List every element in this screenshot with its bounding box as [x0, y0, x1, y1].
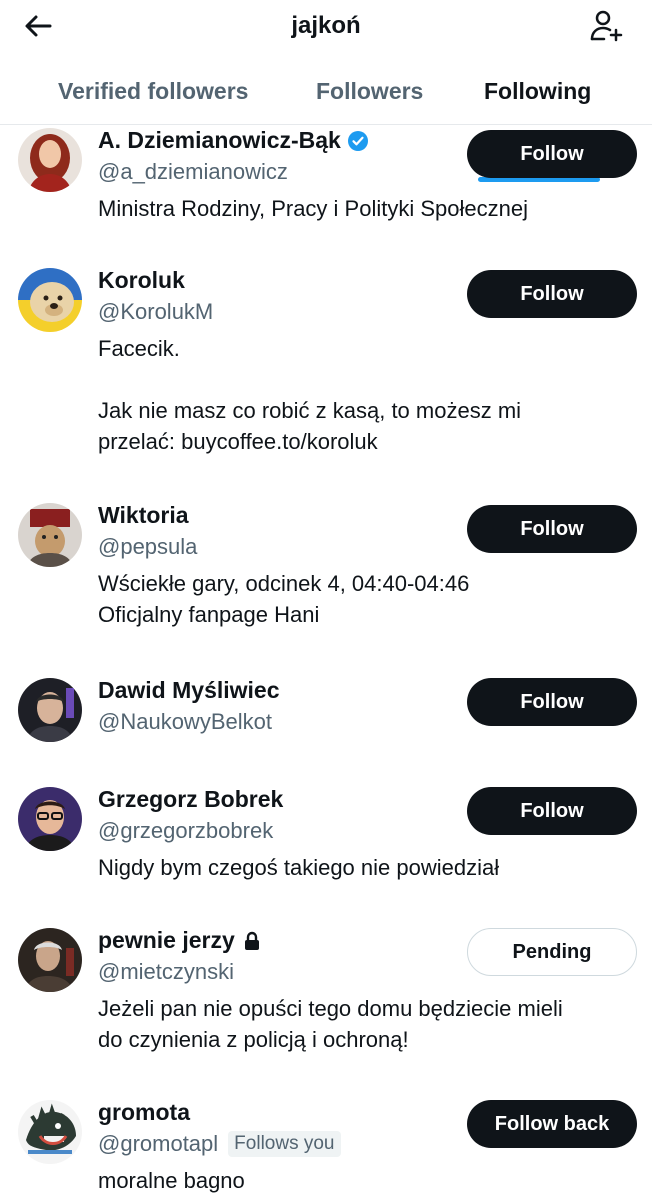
user-name-text: A. Dziemianowicz-Bąk: [98, 127, 341, 153]
handle-text: @NaukowyBelkot: [98, 709, 272, 734]
avatar[interactable]: [18, 928, 82, 992]
follow-button[interactable]: Follow: [467, 505, 637, 553]
top-bar: jajkoń: [0, 0, 652, 58]
avatar[interactable]: [18, 678, 82, 742]
following-list: A. Dziemianowicz-Bąk @a_dziemianowicz Mi…: [0, 125, 652, 1200]
user-bio: Nigdy bym czegoś takiego nie powiedział: [98, 855, 500, 880]
user-name[interactable]: pewnie jerzy: [98, 927, 263, 954]
follow-button[interactable]: Follow: [467, 678, 637, 726]
tab-bar: Verified followers Followers Following: [0, 58, 652, 182]
follows-you-badge: Follows you: [228, 1131, 341, 1157]
user-name-text: Wiktoria: [98, 502, 189, 528]
verified-badge-icon: [347, 130, 368, 151]
user-name-text: pewnie jerzy: [98, 927, 235, 953]
user-name-text: Dawid Myśliwiec: [98, 677, 280, 703]
follow-button[interactable]: Follow: [467, 130, 637, 178]
user-name-text: Koroluk: [98, 267, 185, 293]
person-add-icon[interactable]: [588, 8, 624, 44]
user-handle: @gromotapl Follows you: [98, 1131, 341, 1157]
handle-text: @KorolukM: [98, 299, 214, 324]
handle-text: @pepsula: [98, 534, 198, 559]
user-name[interactable]: Grzegorz Bobrek: [98, 786, 283, 813]
tab-followers[interactable]: Followers: [316, 58, 423, 124]
user-name-text: Grzegorz Bobrek: [98, 786, 284, 812]
follow-button[interactable]: Follow: [467, 270, 637, 318]
user-bio: Facecik. Jak nie masz co robić z kasą, t…: [98, 336, 522, 454]
avatar[interactable]: [18, 128, 82, 192]
user-handle: @grzegorzbobrek: [98, 818, 273, 844]
user-name[interactable]: Dawid Myśliwiec: [98, 677, 280, 704]
user-handle: @NaukowyBelkot: [98, 709, 272, 735]
list-item[interactable]: pewnie jerzy @mietczynski Jeżeli pan nie…: [0, 925, 652, 1085]
lock-icon: [244, 931, 259, 950]
list-item[interactable]: Wiktoria @pepsula Wściekłe gary, odcinek…: [0, 500, 652, 660]
list-item[interactable]: A. Dziemianowicz-Bąk @a_dziemianowicz Mi…: [0, 125, 652, 250]
user-name-text: gromota: [98, 1099, 190, 1125]
list-item[interactable]: gromota @gromotapl Follows you moralne b…: [0, 1097, 652, 1197]
handle-text: @grzegorzbobrek: [98, 818, 274, 843]
avatar[interactable]: [18, 268, 82, 332]
user-name[interactable]: Koroluk: [98, 267, 185, 294]
list-item[interactable]: Dawid Myśliwiec @NaukowyBelkot Follow: [0, 675, 652, 770]
handle-text: @a_dziemianowicz: [98, 159, 288, 184]
user-handle: @a_dziemianowicz: [98, 159, 288, 185]
list-item[interactable]: Koroluk @KorolukM Facecik. Jak nie masz …: [0, 265, 652, 500]
user-handle: @pepsula: [98, 534, 197, 560]
user-bio: moralne bagno: [98, 1168, 245, 1193]
follow-back-button[interactable]: Follow back: [467, 1100, 637, 1148]
handle-text: @mietczynski: [98, 959, 235, 984]
user-name[interactable]: gromota: [98, 1099, 190, 1126]
user-bio: Ministra Rodziny, Pracy i Polityki Społe…: [98, 196, 528, 221]
avatar[interactable]: [18, 1100, 82, 1164]
follow-button[interactable]: Follow: [467, 787, 637, 835]
user-name[interactable]: A. Dziemianowicz-Bąk: [98, 127, 369, 154]
user-bio: Jeżeli pan nie opuści tego domu będzieci…: [98, 996, 563, 1052]
list-item[interactable]: Grzegorz Bobrek @grzegorzbobrek Nigdy by…: [0, 784, 652, 909]
pending-button[interactable]: Pending: [467, 928, 637, 976]
handle-text: @gromotapl: [98, 1131, 219, 1156]
user-handle: @KorolukM: [98, 299, 213, 325]
avatar[interactable]: [18, 787, 82, 851]
user-handle: @mietczynski: [98, 959, 234, 985]
tab-following[interactable]: Following: [484, 58, 591, 124]
user-bio: Wściekłe gary, odcinek 4, 04:40-04:46 Of…: [98, 571, 470, 627]
page-title: jajkoń: [291, 12, 361, 39]
avatar[interactable]: [18, 503, 82, 567]
tab-verified-followers[interactable]: Verified followers: [58, 58, 248, 124]
user-name[interactable]: Wiktoria: [98, 502, 189, 529]
